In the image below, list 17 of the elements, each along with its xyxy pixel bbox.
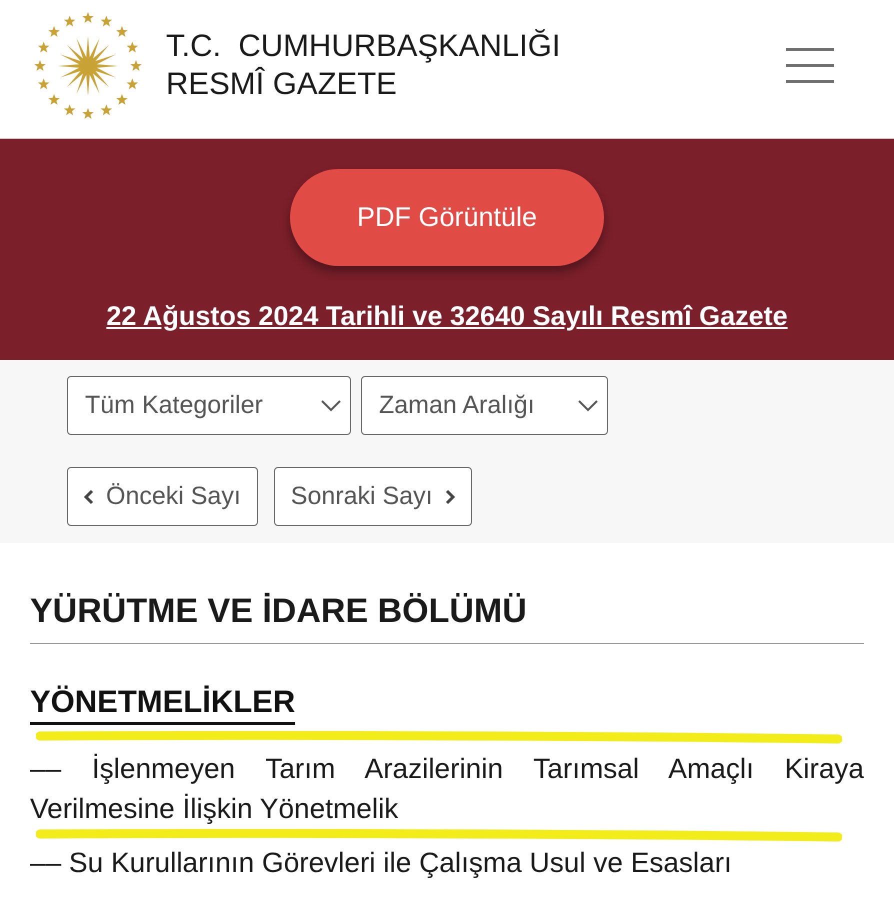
chevron-down-icon: [577, 398, 599, 412]
chevron-down-icon: [320, 398, 342, 412]
filter-select[interactable]: Tüm Kategoriler: [67, 376, 351, 435]
menu-icon[interactable]: [786, 47, 834, 85]
site-title: T.C. CUMHURBAŞKANLIĞI: [166, 27, 560, 65]
subsection-heading: YÖNETMELİKLER: [30, 682, 296, 725]
pager-button[interactable]: Sonraki Sayı: [274, 467, 472, 526]
regulation-link[interactable]: –– Su Kurullarının Görevleri ile Çalışma Usul ve Esasları: [30, 843, 864, 883]
pdf-button[interactable]: PDF Görüntüle: [290, 169, 604, 266]
chevron-left-icon: [84, 488, 94, 504]
site-title: RESMÎ GAZETE: [166, 65, 398, 103]
regulation-link[interactable]: –– İşlenmeyen Tarım Arazilerinin Tarımsal Amaçlı Kiraya Verilmesine İlişkin Yönetmelik: [30, 749, 864, 829]
filter-select[interactable]: Zaman Aralığı: [361, 376, 608, 435]
pager-button[interactable]: Önceki Sayı: [67, 467, 258, 526]
chevron-right-icon: [444, 488, 455, 504]
issue-link[interactable]: 22 Ağustos 2024 Tarihli ve 32640 Sayılı Resmî Gazete: [106, 296, 788, 336]
section-heading: YÜRÜTME VE İDARE BÖLÜMÜ: [30, 591, 528, 632]
